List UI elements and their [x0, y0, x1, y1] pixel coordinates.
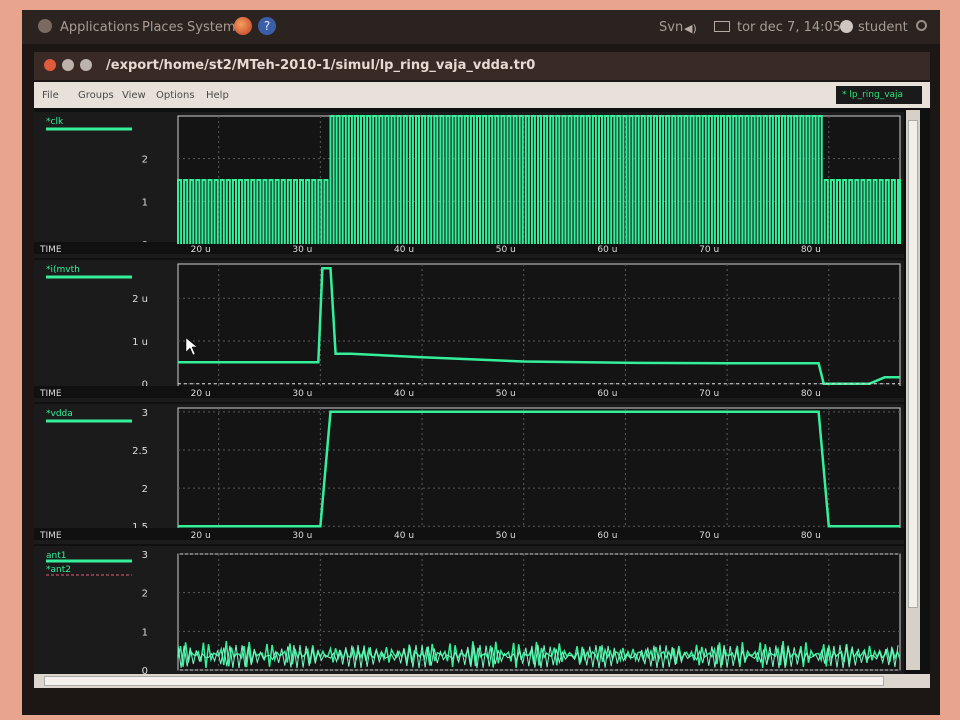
y-tick-label: 1 u	[132, 337, 148, 348]
volume-icon[interactable]: ◀)	[684, 22, 697, 35]
x-tick-label: 80 u	[801, 389, 821, 399]
x-axis-label: TIME	[39, 531, 62, 541]
monitor-screen: Applications Places System ? Svn ◀) tor …	[22, 10, 940, 715]
x-tick-label: 80 u	[801, 531, 821, 541]
x-tick-label: 30 u	[292, 245, 312, 255]
x-tick-label: 40 u	[394, 245, 414, 255]
system-menu[interactable]: System	[187, 20, 235, 35]
x-axis-strip	[34, 386, 904, 398]
menu-file[interactable]: File	[42, 90, 59, 101]
x-tick-label: 50 u	[496, 245, 516, 255]
waveform-area: 2 1 0 *clk TIME 20 u 30 u 40 u 50 u 60 u 70 u 80 u 2…	[34, 108, 930, 674]
waveform-plots[interactable]: 2 1 0 *clk TIME 20 u 30 u 40 u 50 u 60 u 70 u 80 u 2…	[34, 108, 906, 674]
horizontal-scroll-thumb[interactable]	[44, 676, 884, 686]
x-tick-label: 70 u	[699, 389, 719, 399]
power-icon[interactable]	[916, 20, 927, 31]
signal-name: *ant2	[46, 565, 71, 575]
close-icon[interactable]	[44, 59, 56, 71]
signal-name: *clk	[46, 117, 64, 127]
help-icon[interactable]: ?	[258, 17, 276, 35]
signal-name: *vdda	[46, 409, 73, 419]
x-tick-label: 20 u	[191, 245, 211, 255]
x-tick-label: 60 u	[597, 531, 617, 541]
y-tick-label: 1	[142, 627, 148, 638]
plot-frame	[177, 407, 901, 531]
x-tick-label: 40 u	[394, 531, 414, 541]
x-tick-label: 50 u	[496, 531, 516, 541]
applications-menu[interactable]: Applications	[60, 20, 139, 35]
x-tick-label: 70 u	[699, 245, 719, 255]
y-tick-label: 2	[142, 484, 148, 495]
minimize-icon[interactable]	[62, 59, 74, 71]
x-tick-label: 30 u	[292, 389, 312, 399]
menu-groups[interactable]: Groups	[78, 90, 114, 101]
top-panel: Applications Places System ? Svn ◀) tor …	[22, 10, 940, 44]
x-axis-strip	[34, 528, 904, 540]
x-tick-label: 80 u	[801, 245, 821, 255]
y-tick-label: 2	[142, 589, 148, 600]
x-tick-label: 50 u	[496, 389, 516, 399]
clock[interactable]: tor dec 7, 14:05	[737, 20, 841, 35]
menu-view[interactable]: View	[122, 90, 146, 101]
window-title: /export/home/st2/MTeh-2010-1/simul/lp_ri…	[106, 58, 536, 73]
y-tick-label: 2	[142, 155, 148, 166]
gnome-foot-icon[interactable]	[38, 19, 52, 33]
x-tick-label: 60 u	[597, 245, 617, 255]
x-tick-label: 40 u	[394, 389, 414, 399]
x-tick-label: 20 u	[191, 531, 211, 541]
y-tick-label: 1	[142, 197, 148, 208]
firefox-icon[interactable]	[234, 17, 252, 35]
x-tick-label: 30 u	[292, 531, 312, 541]
x-tick-label: 20 u	[191, 389, 211, 399]
user-name[interactable]: student	[858, 20, 908, 35]
y-tick-label: 3	[142, 408, 148, 419]
y-tick-label: 2.5	[132, 446, 148, 457]
svn-indicator[interactable]: Svn	[659, 20, 683, 35]
y-tick-label: 2 u	[132, 294, 148, 305]
menu-bar: File Groups View Options Help * lp_ring_…	[34, 82, 930, 108]
vertical-scroll-thumb[interactable]	[908, 120, 918, 608]
window-title-bar[interactable]: /export/home/st2/MTeh-2010-1/simul/lp_ri…	[34, 52, 930, 80]
user-icon	[840, 20, 853, 33]
vertical-scrollbar[interactable]	[906, 110, 920, 670]
places-menu[interactable]: Places	[142, 20, 183, 35]
signal-name: *i(mvth	[46, 265, 80, 275]
x-axis-label: TIME	[39, 389, 62, 399]
y-tick-label: 3	[142, 550, 148, 561]
menu-options[interactable]: Options	[156, 90, 195, 101]
mail-icon[interactable]	[714, 21, 730, 32]
x-axis-label: TIME	[39, 245, 62, 255]
maximize-icon[interactable]	[80, 59, 92, 71]
x-tick-label: 60 u	[597, 389, 617, 399]
menu-help[interactable]: Help	[206, 90, 229, 101]
plot-frame	[177, 263, 901, 389]
x-tick-label: 70 u	[699, 531, 719, 541]
design-tag[interactable]: * lp_ring_vaja	[836, 86, 922, 104]
horizontal-scrollbar[interactable]	[34, 674, 930, 688]
y-tick-label: 0	[142, 666, 148, 674]
